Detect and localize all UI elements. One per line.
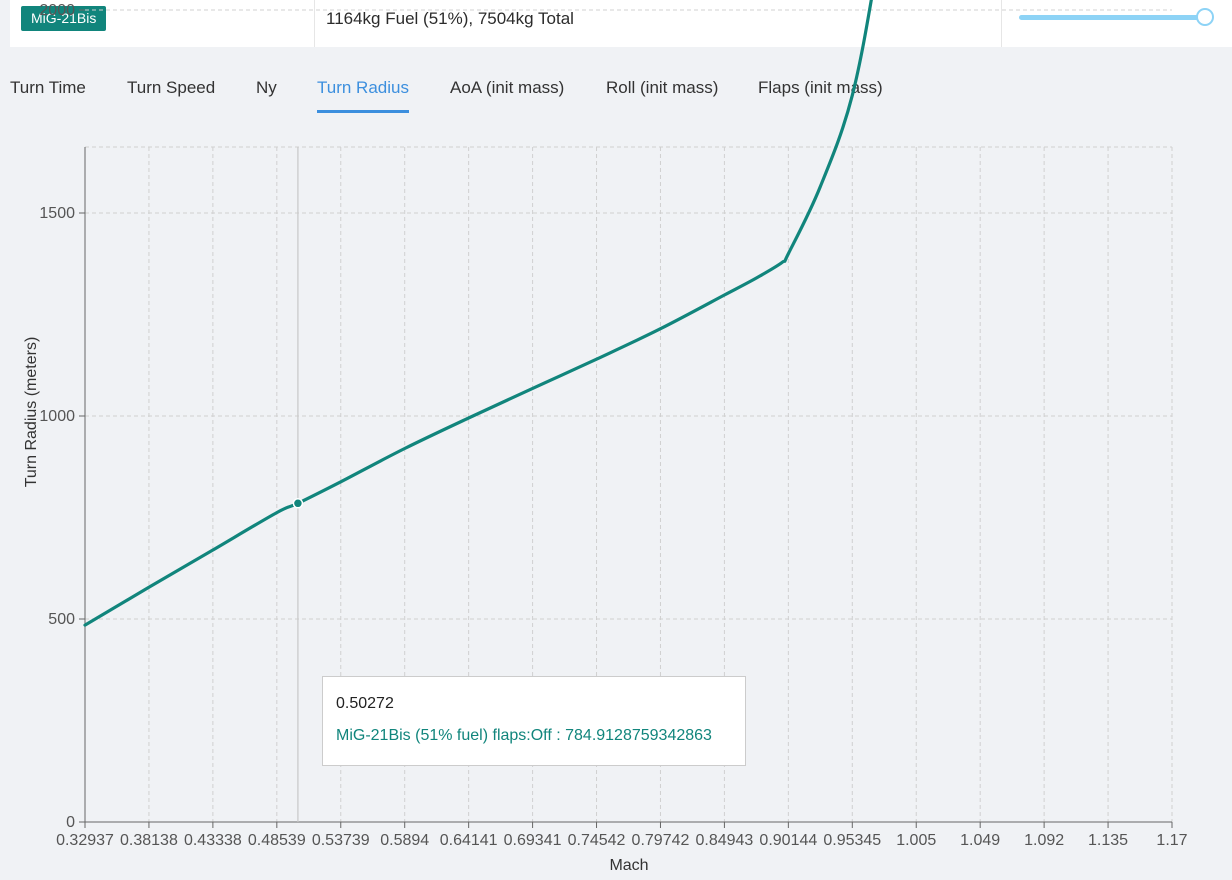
x-tick-label: 0.32937 [56,832,114,849]
hover-point [292,498,304,509]
x-tick-label: 1.005 [896,832,936,849]
y-tick-label: 500 [48,611,75,628]
x-tick-label: 0.48539 [248,832,306,849]
x-tick-label: 0.38138 [120,832,178,849]
x-tick-label: 0.95345 [823,832,881,849]
x-tick-label: 1.049 [960,832,1000,849]
x-tick-label: 0.79742 [632,832,690,849]
x-tick-label: 0.69341 [504,832,562,849]
y-tick-label: 1500 [39,205,75,222]
x-tick-label: 0.5894 [380,832,429,849]
series-line-mig21bis [83,0,873,627]
x-tick-label: 0.84943 [695,832,753,849]
y-tick-label: 1000 [39,408,75,425]
x-axis-title: Mach [609,857,648,874]
x-tick-label: 1.092 [1024,832,1064,849]
y-axis-title: Turn Radius (meters) [23,337,40,488]
chart-tooltip: 0.50272 MiG-21Bis (51% fuel) flaps:Off :… [322,676,746,766]
x-tick-label: 0.43338 [184,832,242,849]
x-tick-label: 0.64141 [440,832,498,849]
x-tick-label: 0.90144 [759,832,817,849]
x-tick-label: 1.135 [1088,832,1128,849]
x-tick-label: 1.17 [1156,832,1187,849]
y-tick-label: 2000 [39,2,75,19]
tooltip-x-value: 0.50272 [336,695,394,712]
x-tick-label: 0.53739 [312,832,370,849]
y-tick-label: 0 [66,814,75,831]
tooltip-series-value: MiG-21Bis (51% fuel) flaps:Off : 784.912… [336,727,712,744]
x-tick-label: 0.74542 [568,832,626,849]
